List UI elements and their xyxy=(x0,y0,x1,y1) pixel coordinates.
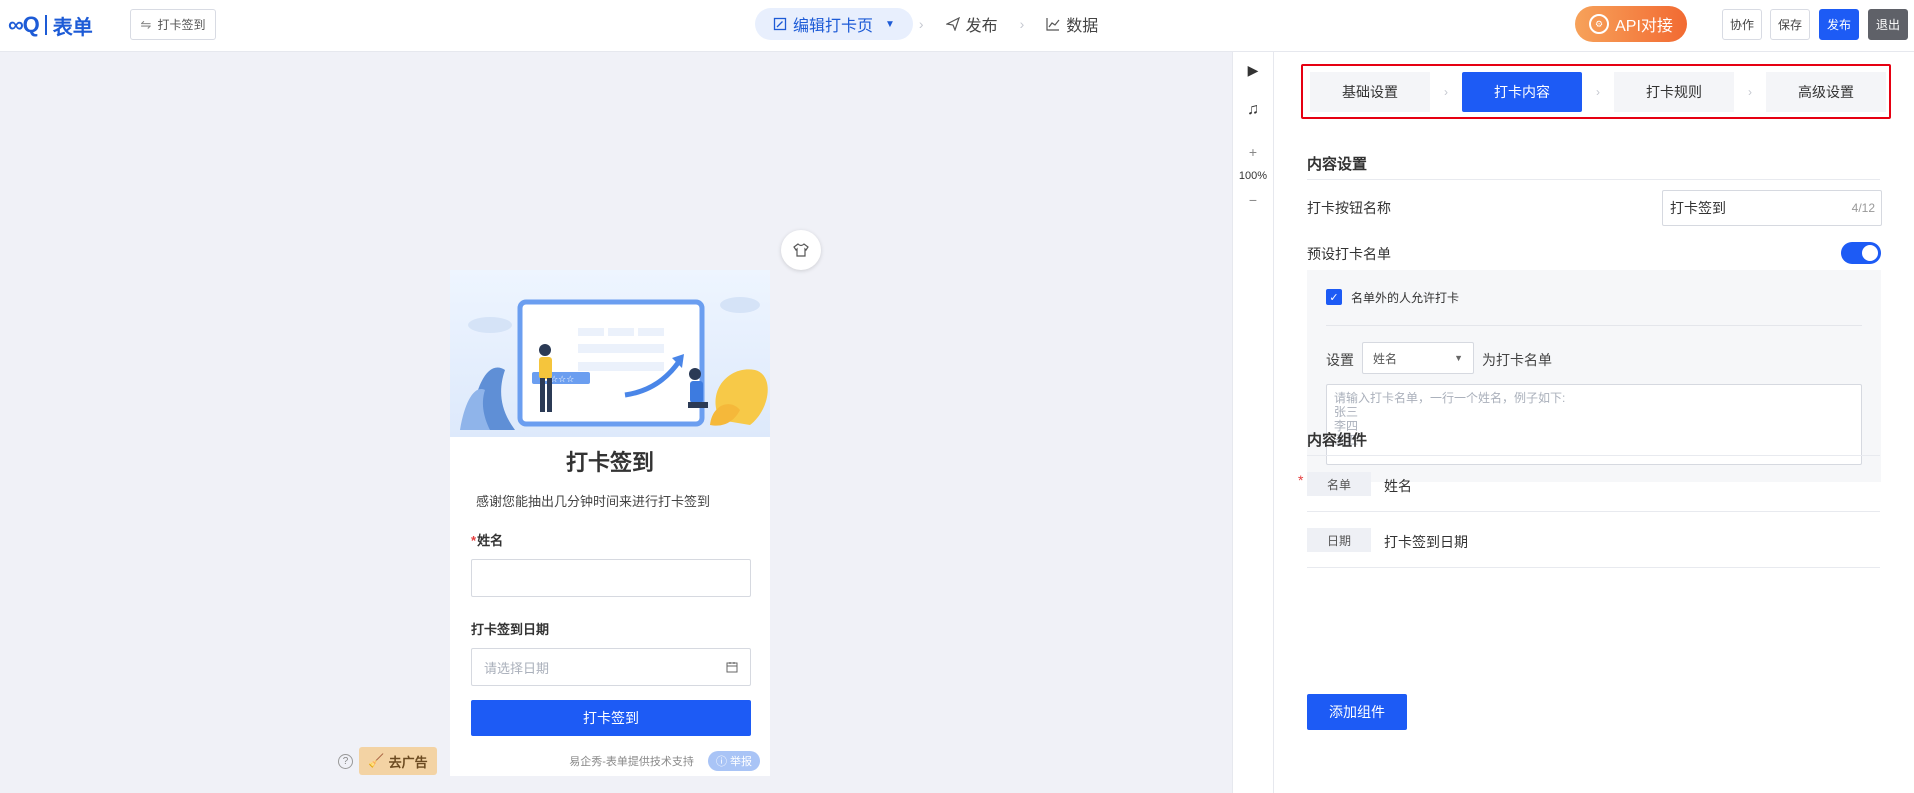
remove-ad-button[interactable]: 🧹 去广告 xyxy=(359,747,437,775)
component-tag: 名单 xyxy=(1307,472,1371,496)
preset-list-toggle[interactable] xyxy=(1841,242,1881,264)
preset-divider xyxy=(1326,325,1862,326)
button-name-input[interactable]: 打卡签到 4/12 xyxy=(1662,190,1882,226)
zoom-out-button[interactable]: − xyxy=(1233,192,1273,208)
publish-button[interactable]: 发布 xyxy=(1819,9,1859,40)
logo[interactable]: ∞Q 表单 xyxy=(8,10,93,40)
tab-arrow-icon: › xyxy=(1596,85,1600,99)
api-label: API对接 xyxy=(1615,18,1673,35)
allow-outside-checkbox[interactable]: ✓ xyxy=(1326,289,1342,305)
namelist-textarea[interactable]: 请输入打卡名单，一行一个姓名，例子如下: 张三 李四 王五 xyxy=(1326,384,1862,465)
form-description: 感谢您能抽出几分钟时间来进行打卡签到 xyxy=(476,494,711,509)
preset-list-box: ✓ 名单外的人允许打卡 设置 姓名 ▼ 为打卡名单 请输入打卡名单，一行一个姓名… xyxy=(1307,270,1881,482)
zoom-level: 100% xyxy=(1238,170,1268,182)
tab-arrow-icon: › xyxy=(1748,85,1752,99)
field-label-date: 打卡签到日期 xyxy=(471,622,550,637)
edit-icon xyxy=(773,17,787,31)
exit-button[interactable]: 退出 xyxy=(1868,9,1908,40)
component-name: 打卡签到日期 xyxy=(1384,534,1468,550)
switch-form-button[interactable]: ⇋ 打卡签到 xyxy=(130,9,216,40)
tab-advanced-settings[interactable]: 高级设置 xyxy=(1766,72,1886,112)
select-value: 姓名 xyxy=(1373,351,1398,366)
char-count: 4/12 xyxy=(1851,201,1875,215)
required-mark: * xyxy=(1298,472,1304,488)
component-row[interactable]: * 名单 姓名 xyxy=(1298,456,1880,512)
content-settings-title: 内容设置 xyxy=(1307,156,1368,173)
check-icon: ✓ xyxy=(1329,291,1339,304)
step-publish-label: 发布 xyxy=(965,18,998,35)
api-button[interactable]: ⚙ API对接 xyxy=(1575,6,1687,42)
footer-text: 易企秀-表单提供技术支持 xyxy=(569,756,694,768)
report-button[interactable]: ⓘ 举报 xyxy=(707,751,760,771)
remove-ad-label: 去广告 xyxy=(388,754,428,770)
step-data[interactable]: 数据 xyxy=(1030,8,1114,40)
allow-outside-label: 名单外的人允许打卡 xyxy=(1351,291,1460,305)
name-input[interactable] xyxy=(471,559,751,597)
step-data-label: 数据 xyxy=(1066,18,1099,35)
components-title: 内容组件 xyxy=(1307,432,1368,449)
checkin-illustration: ★☆☆☆ xyxy=(460,297,768,430)
tab-basic-settings[interactable]: 基础设置 xyxy=(1310,72,1430,112)
play-icon[interactable]: ▶ xyxy=(1233,62,1273,79)
field-label-name: *姓名 xyxy=(471,530,770,549)
list-field-select[interactable]: 姓名 ▼ xyxy=(1362,342,1474,374)
step-arrow-icon: › xyxy=(918,16,924,32)
required-mark: * xyxy=(471,533,477,548)
button-name-value: 打卡签到 xyxy=(1670,200,1726,216)
zoom-in-button[interactable]: + xyxy=(1233,144,1273,160)
remove-ad-area: ? 🧹 去广告 xyxy=(338,747,437,775)
logo-mark: ∞Q xyxy=(8,12,40,37)
preview-footer: 易企秀-表单提供技术支持 ⓘ 举报 xyxy=(450,750,770,772)
checkin-submit-button[interactable]: 打卡签到 xyxy=(471,700,751,736)
collab-button[interactable]: 协作 xyxy=(1722,9,1762,40)
set-label: 设置 xyxy=(1326,352,1354,368)
step-nav: 编辑打卡页 ▼ › 发布 › 数据 xyxy=(755,8,1114,40)
component-tag: 日期 xyxy=(1307,528,1371,552)
form-preview: ★☆☆☆ 打卡签到 感谢您能抽出几分钟时间来进行打卡签到 *姓名 打卡签到日期 … xyxy=(450,270,770,776)
step-edit-page[interactable]: 编辑打卡页 ▼ xyxy=(755,8,913,40)
tab-arrow-icon: › xyxy=(1444,85,1448,99)
tab-checkin-content[interactable]: 打卡内容 xyxy=(1462,72,1582,112)
editor-canvas: ★☆☆☆ 打卡签到 感谢您能抽出几分钟时间来进行打卡签到 *姓名 打卡签到日期 … xyxy=(0,52,1232,793)
step-publish[interactable]: 发布 xyxy=(930,8,1014,40)
api-icon: ⚙ xyxy=(1589,14,1610,34)
chevron-down-icon[interactable]: ▼ xyxy=(885,19,895,30)
button-name-label: 打卡按钮名称 xyxy=(1307,200,1391,216)
tab-checkin-rules[interactable]: 打卡规则 xyxy=(1614,72,1734,112)
step-edit-label: 编辑打卡页 xyxy=(793,18,874,35)
component-row[interactable]: 日期 打卡签到日期 xyxy=(1307,512,1880,568)
top-bar: ∞Q 表单 ⇋ 打卡签到 编辑打卡页 ▼ › 发布 › 数据 ⚙ API对接 协… xyxy=(0,0,1914,52)
form-title: 打卡签到 xyxy=(565,450,654,475)
section-divider xyxy=(1307,179,1880,180)
settings-panel: 基础设置 › 打卡内容 › 打卡规则 › 高级设置 内容设置 打卡按钮名称 打卡… xyxy=(1274,52,1914,793)
form-name-label: 打卡签到 xyxy=(157,18,206,32)
step-arrow-icon: › xyxy=(1019,16,1025,32)
help-icon[interactable]: ? xyxy=(338,753,353,769)
date-input[interactable]: 请选择日期 xyxy=(471,648,751,686)
chevron-down-icon: ▼ xyxy=(1454,353,1463,363)
report-label: 举报 xyxy=(730,756,752,768)
music-icon[interactable]: ♫ xyxy=(1233,101,1273,119)
shirt-icon xyxy=(793,243,809,257)
logo-divider xyxy=(44,15,47,35)
date-placeholder: 请选择日期 xyxy=(484,660,550,676)
as-list-label: 为打卡名单 xyxy=(1482,352,1552,368)
add-component-button[interactable]: 添加组件 xyxy=(1307,694,1407,730)
swap-icon: ⇋ xyxy=(140,16,152,32)
component-name: 姓名 xyxy=(1384,478,1412,494)
name-label-text: 姓名 xyxy=(477,533,504,548)
settings-tabs: 基础设置 › 打卡内容 › 打卡规则 › 高级设置 xyxy=(1310,72,1890,112)
chart-icon xyxy=(1046,18,1060,31)
save-button[interactable]: 保存 xyxy=(1770,9,1810,40)
logo-text: 表单 xyxy=(52,16,93,39)
broom-icon: 🧹 xyxy=(368,753,385,768)
send-icon xyxy=(945,17,960,31)
hero-illustration: ★☆☆☆ xyxy=(450,270,770,437)
tool-strip: ▶ ♫ + 100% − xyxy=(1232,52,1274,793)
calendar-icon xyxy=(726,662,738,673)
preset-list-label: 预设打卡名单 xyxy=(1307,246,1391,262)
theme-shirt-button[interactable] xyxy=(781,230,821,270)
